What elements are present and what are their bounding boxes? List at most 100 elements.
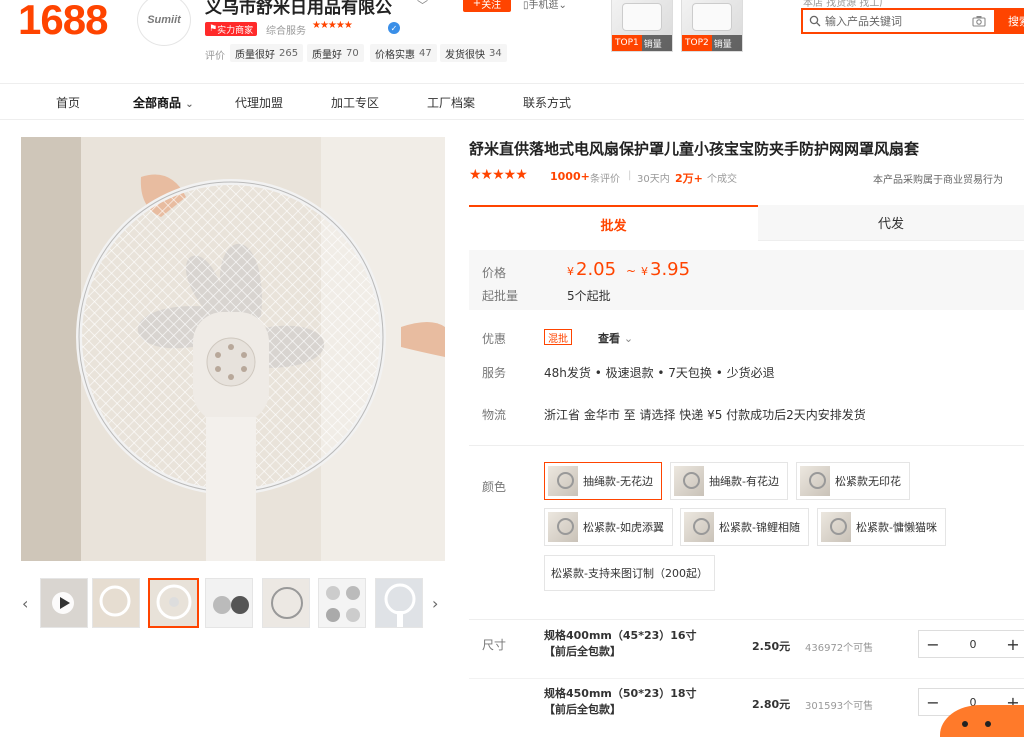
chevron-down-icon[interactable]: ﹀	[417, 0, 428, 13]
product-image	[263, 579, 309, 627]
top-product-thumb[interactable]: TOP2 销量	[681, 0, 743, 52]
color-option[interactable]: 松紧款-锦鲤相随	[680, 508, 809, 546]
shop-name[interactable]: 义乌市舒米日用品有限公	[205, 0, 392, 18]
nav-item-home[interactable]: 首页	[56, 94, 80, 111]
rating-tag-count: 47	[419, 47, 432, 59]
product-image	[206, 579, 252, 627]
plus-button[interactable]: +	[999, 631, 1024, 657]
color-swatch	[800, 466, 830, 496]
rating-tag-label: 质量很好	[235, 49, 275, 61]
minus-button[interactable]: −	[919, 631, 947, 657]
size-stock: 436972个可售	[805, 643, 874, 654]
gallery-thumb[interactable]	[318, 578, 366, 628]
gallery-thumb[interactable]	[262, 578, 310, 628]
moq-label: 起批量	[482, 289, 519, 303]
shop-avatar-text: Sumiit	[147, 14, 181, 26]
chevron-down-icon: ⌄	[623, 332, 634, 345]
site-logo[interactable]: 1688	[18, 0, 108, 44]
search-button[interactable]: 搜索	[994, 8, 1024, 34]
size-name: 规格400mm（45*23）16寸 【前后全包款】	[544, 628, 697, 660]
price-separator: ~	[626, 264, 637, 278]
nav-item-processing[interactable]: 加工专区	[331, 94, 379, 111]
nav-item-factory[interactable]: 工厂档案	[427, 94, 475, 111]
rating-tag-label: 价格实惠	[375, 49, 415, 61]
review-label: 条评价	[590, 174, 620, 185]
size-price: 2.80元	[752, 698, 791, 711]
color-option-selected[interactable]: 抽绳款-无花边	[544, 462, 662, 500]
size-note: 【前后全包款】	[544, 645, 621, 658]
currency-symbol: ¥	[641, 265, 648, 278]
review-count[interactable]: 1000+	[550, 170, 590, 183]
nav-item-contact[interactable]: 联系方式	[523, 94, 571, 111]
service-label: 服务	[482, 366, 507, 380]
gallery-next-arrow[interactable]: ›	[432, 594, 438, 613]
mascot-eye	[985, 721, 991, 727]
quantity-stepper: − +	[918, 630, 1024, 658]
tab-dropship[interactable]: 代发	[758, 205, 1024, 241]
follow-button[interactable]: + 关注	[463, 0, 511, 12]
sold-period: 30天内	[637, 174, 670, 185]
gallery-thumb-selected[interactable]	[148, 578, 199, 628]
verified-icon: ✓	[388, 22, 400, 34]
product-rating-stars: ★★★★★	[469, 167, 528, 183]
minus-button[interactable]: −	[919, 689, 947, 715]
service-text[interactable]: 48h发货 • 极速退款 • 7天包换 • 少货必退	[544, 364, 775, 381]
search-box	[801, 8, 994, 34]
promo-view-link[interactable]: 查看 ⌄	[598, 330, 633, 346]
color-swatch	[674, 466, 704, 496]
size-name: 规格450mm（50*23）18寸 【前后全包款】	[544, 686, 697, 718]
shop-avatar[interactable]: Sumiit	[137, 0, 191, 46]
color-option-label: 松紧款-锦鲤相随	[719, 521, 800, 534]
search-icon	[809, 15, 821, 27]
quantity-input[interactable]	[947, 637, 999, 651]
nav-item-all-products[interactable]: 全部商品 ⌄	[133, 94, 194, 111]
product-image	[93, 579, 139, 627]
color-option[interactable]: 抽绳款-有花边	[670, 462, 788, 500]
price-low: ¥2.05	[567, 259, 616, 280]
mobile-shop-label: 手机逛	[528, 0, 559, 11]
logistics-text[interactable]: 浙江省 金华市 至 请选择 快递 ¥5 付款成功后2天内安排发货	[544, 406, 866, 423]
logistics-label: 物流	[482, 408, 507, 422]
camera-icon[interactable]	[972, 15, 986, 27]
color-option[interactable]: 松紧款-如虎添翼	[544, 508, 673, 546]
tab-wholesale[interactable]: 批发	[469, 205, 758, 241]
size-spec: 规格400mm（45*23）16寸	[544, 629, 697, 642]
rating-tag-label: 质量好	[312, 49, 342, 61]
size-price: 2.50元	[752, 640, 791, 653]
gallery-thumb[interactable]	[92, 578, 140, 628]
rating-tag-count: 34	[489, 47, 502, 59]
rating-tag-label: 发货很快	[445, 49, 485, 61]
color-option[interactable]: 松紧款-慵懒猫咪	[817, 508, 946, 546]
currency-symbol: ¥	[567, 265, 574, 278]
promo-view-label: 查看	[598, 332, 620, 345]
trade-note: 本产品采购属于商业贸易行为	[873, 175, 1003, 186]
color-option-custom[interactable]: 松紧款-支持来图订制（200起）	[544, 555, 715, 591]
nav-item-agency[interactable]: 代理加盟	[235, 94, 283, 111]
price-panel	[469, 250, 1024, 310]
divider	[469, 445, 1024, 446]
color-label: 颜色	[482, 480, 507, 494]
rating-tag: 价格实惠 47	[370, 44, 437, 62]
rating-tag-count: 265	[279, 47, 299, 59]
rating-tag: 质量好 70	[307, 44, 364, 62]
size-stock: 301593个可售	[805, 701, 874, 712]
gallery-prev-arrow[interactable]: ‹	[22, 594, 28, 613]
overall-service-stars: ★★★★★	[312, 20, 353, 31]
gallery-thumb[interactable]	[375, 578, 423, 628]
gallery-thumb[interactable]	[205, 578, 253, 628]
color-swatch	[821, 512, 851, 542]
search-input[interactable]	[825, 14, 955, 28]
rating-tag: 质量很好 265	[230, 44, 304, 62]
top-rank-label: 销量	[713, 39, 732, 50]
overall-service-label: 综合服务	[266, 26, 306, 37]
size-label: 尺寸	[482, 638, 507, 652]
main-product-image[interactable]	[21, 137, 445, 561]
product-title: 舒米直供落地式电风扇保护罩儿童小孩宝宝防夹手防护网网罩风扇套	[469, 140, 920, 158]
product-image	[376, 579, 422, 627]
gallery-thumb-video[interactable]	[40, 578, 88, 628]
color-option[interactable]: 松紧款无印花	[796, 462, 910, 500]
mobile-shop-link[interactable]: ▯手机逛⌄	[523, 0, 567, 11]
shop-header: 1688 Sumiit 义乌市舒米日用品有限公 ﹀ + 关注 ▯手机逛⌄ ⚑ 实力…	[0, 0, 1024, 84]
promo-label: 优惠	[482, 332, 507, 346]
top-product-thumb[interactable]: TOP1 销量	[611, 0, 673, 52]
